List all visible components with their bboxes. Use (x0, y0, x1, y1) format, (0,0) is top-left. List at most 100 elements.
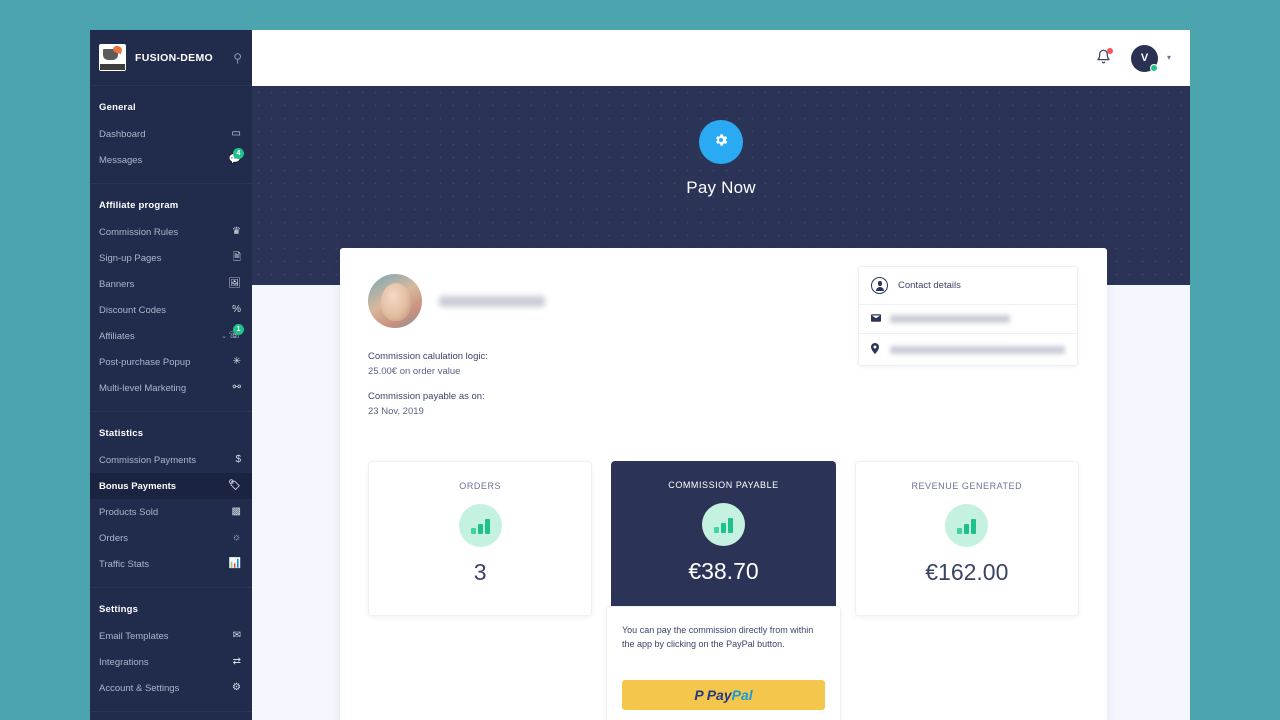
sidebar-item-label: Integrations (99, 656, 149, 668)
gear-icon: ⚙ (232, 682, 241, 693)
sidebar-section-title: Statistics (99, 428, 144, 439)
commission-payable-label: Commission payable as on: (368, 391, 485, 403)
pay-now-button[interactable] (699, 120, 743, 164)
sidebar-item-label: Multi-level Marketing (99, 382, 187, 394)
stats-row: ORDERS 3 COMMISSION PAYABLE €38.70 REVENUE G… (340, 420, 1107, 616)
stat-value: €38.70 (688, 557, 759, 584)
sidebar-item-label: Account & Settings (99, 682, 180, 694)
sidebar-item-affiliates[interactable]: Affiliates ⌄ ☏ 1 (90, 323, 252, 349)
sidebar-group-statistics: Statistics Commission Payments $ Bonus Paym… (90, 412, 252, 588)
chevron-down-icon[interactable]: ▾ (1167, 54, 1171, 62)
sidebar-item-discount-codes[interactable]: Discount Codes% (90, 297, 252, 323)
stat-card-revenue-generated: REVENUE GENERATED €162.00 (854, 460, 1079, 616)
chevron-down-icon[interactable]: ⌄ (221, 332, 227, 340)
sidebar-section-help[interactable]: Help (90, 712, 252, 720)
sidebar-item-badge: 1 (233, 324, 244, 335)
bar-chart-icon (945, 503, 989, 547)
sidebar-item-products-sold[interactable]: Products Sold ▩ (90, 499, 252, 525)
user-avatar (368, 274, 422, 328)
percent-icon: % (232, 304, 241, 315)
sidebar-item-bonus-payments[interactable]: Bonus Payments 🏷 (90, 473, 252, 499)
user-menu-button[interactable]: V (1130, 44, 1158, 72)
contact-card-icon (871, 277, 888, 294)
stat-title: ORDERS (459, 480, 502, 491)
dashboard-icon: ▭ (231, 128, 241, 139)
sidebar-item-label: Post-purchase Popup (99, 356, 191, 368)
commission-logic-label: Commission calulation logic: (368, 351, 488, 362)
chart-icon: 📊 (228, 558, 241, 569)
contact-address-value (890, 345, 1065, 354)
sidebar-item-banners[interactable]: Banners 🖼 (90, 271, 252, 297)
envelope-icon (871, 314, 883, 324)
sidebar-item-label: Discount Codes (99, 304, 167, 316)
stat-title: COMMISSION PAYABLE (668, 479, 779, 490)
sidebar-nav: General Dashboard ▭ Messages 💬 4 Affiliate pro… (90, 86, 252, 712)
sidebar-section-title: Affiliate program (99, 200, 179, 211)
sidebar-item-commission-payments[interactable]: Commission Payments $ (90, 447, 252, 473)
pin-icon[interactable]: ⚲ (233, 52, 242, 64)
network-icon: ⚯ (232, 382, 241, 393)
sidebar-item-label: Bonus Payments (99, 480, 177, 492)
sidebar-item-post-purchase-popup[interactable]: Post-purchase Popup ✳ (90, 349, 252, 375)
barcode-icon: ▩ (231, 506, 241, 517)
pay-now-label: Pay Now (686, 178, 756, 197)
sidebar-item-integrations[interactable]: Integrations ⇄ (90, 649, 252, 675)
coffeeshop-logo (99, 44, 126, 71)
sidebar-item-commission-rules[interactable]: Commission Rules ♛ (90, 219, 252, 245)
paypal-logo-pal: Pal (731, 686, 753, 703)
sync-icon: ⇄ (232, 656, 241, 667)
sidebar-item-label: Banners (99, 278, 135, 290)
commission-payable-value: 23 Nov, 2019 (368, 406, 424, 418)
sidebar-item-account-settings[interactable]: Account & Settings ⚙ (90, 675, 252, 701)
commission-meta: Commission calulation logic: 25.00€ on o… (368, 350, 838, 420)
main-area: V ▾ Pay Now Commission calulation logic:… (252, 30, 1190, 720)
brand-header[interactable]: FUSION-DEMO ⚲ (90, 30, 252, 86)
contact-email-row[interactable] (859, 304, 1077, 333)
sidebar-item-label: Sign-up Pages (99, 252, 162, 264)
sidebar-item-messages[interactable]: Messages 💬 4 (90, 147, 252, 173)
sidebar-item-label: Orders (99, 532, 129, 544)
sidebar-item-traffic-stats[interactable]: Traffic Stats 📊 (90, 551, 252, 577)
sidebar-item-label: Products Sold (99, 506, 159, 518)
bar-chart-icon (458, 503, 502, 547)
brand-name: FUSION-DEMO (135, 51, 213, 64)
sidebar-item-label: Traffic Stats (99, 558, 150, 570)
image-icon: 🖼 (228, 278, 241, 289)
bar-chart-icon (701, 502, 745, 546)
paypal-logo-mark: P (694, 686, 704, 703)
sidebar-item-dashboard[interactable]: Dashboard ▭ (90, 121, 252, 147)
document-icon: 🗎 (232, 252, 241, 263)
sidebar-item-label: Commission Rules (99, 226, 179, 238)
topbar: V ▾ (252, 30, 1190, 86)
commission-logic-value: 25.00€ on order value (368, 365, 461, 377)
paypal-logo-pay: Pay (706, 686, 732, 703)
stat-card-commission-payable: COMMISSION PAYABLE €38.70 (611, 460, 836, 616)
sidebar: FUSION-DEMO ⚲ General Dashboard ▭ Messages 💬… (90, 30, 252, 720)
stat-value: €162.00 (925, 558, 1009, 585)
location-pin-icon (871, 343, 883, 356)
paypal-payment-card: You can pay the commission directly from… (606, 606, 841, 720)
sidebar-item-email-templates[interactable]: Email Templates ✉ (90, 623, 252, 649)
sidebar-item-orders[interactable]: Orders ☼ (90, 525, 252, 551)
sidebar-item-label: Affiliates (99, 330, 135, 342)
crown-icon: ♛ (232, 226, 241, 237)
contact-address-row[interactable] (859, 333, 1077, 365)
sidebar-item-label: Email Templates (99, 630, 169, 642)
sidebar-section-title: Settings (99, 604, 139, 615)
sidebar-item-label: Commission Payments (99, 454, 197, 466)
tag-icon: 🏷 (228, 480, 241, 491)
paypal-description: You can pay the commission directly from… (622, 625, 814, 650)
sidebar-item-label: Dashboard (99, 128, 146, 140)
avatar-online-status (1149, 63, 1158, 72)
gear-icon (713, 132, 729, 152)
sidebar-item-sign-up-pages[interactable]: Sign-up Pages 🗎 (90, 245, 252, 271)
sidebar-group-affiliate-program: Affiliate program Commission Rules ♛ Sign-u… (90, 184, 252, 412)
sidebar-section-title: General (99, 102, 136, 113)
bulb-icon: ☼ (231, 532, 241, 543)
profile-section: Commission calulation logic: 25.00€ on o… (340, 248, 1107, 420)
sidebar-item-multi-level-marketing[interactable]: Multi-level Marketing ⚯ (90, 375, 252, 401)
paypal-button[interactable]: P Pay Pal (622, 679, 825, 710)
stat-card-orders: ORDERS 3 (368, 460, 593, 616)
notification-bell-button[interactable] (1096, 48, 1113, 67)
sidebar-group-settings: Settings Email Templates ✉ Integrations ⇄ Acc… (90, 588, 252, 712)
